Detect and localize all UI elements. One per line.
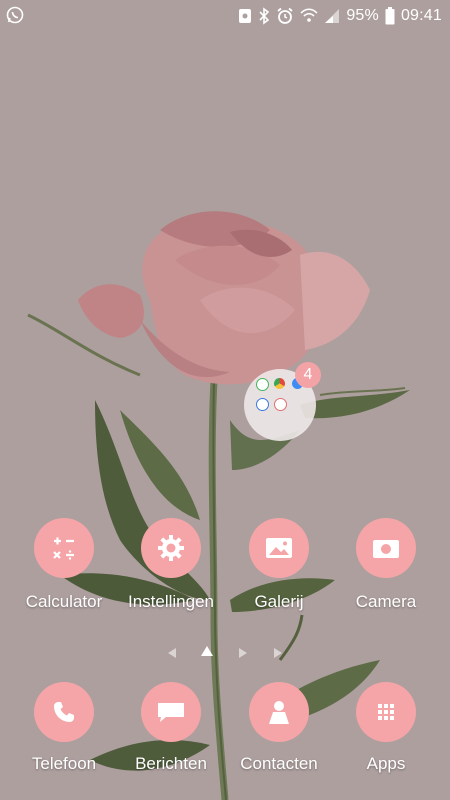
battery-icon — [385, 7, 395, 25]
app-calculator[interactable]: Calculator — [9, 518, 119, 612]
chrome-icon — [274, 378, 285, 389]
home-page-indicator[interactable] — [201, 646, 213, 656]
camera-icon — [356, 518, 416, 578]
app-label: Galerij — [254, 592, 304, 611]
messages-icon — [141, 682, 201, 742]
app-label: Contacten — [240, 754, 318, 773]
page-dot-3[interactable] — [239, 648, 247, 658]
safari-icon — [256, 398, 269, 411]
whatsapp-notification-icon — [6, 6, 24, 29]
wallpaper-rose — [27, 211, 410, 800]
contacts-icon — [249, 682, 309, 742]
app-contacts[interactable]: Contacten — [224, 682, 334, 774]
app-label: Camera — [355, 592, 417, 611]
bluetooth-icon — [258, 7, 270, 25]
app-settings[interactable]: Instellingen — [116, 518, 226, 612]
apps-grid-icon — [356, 682, 416, 742]
app-label: Apps — [366, 754, 406, 773]
app-label: Calculator — [25, 592, 103, 611]
app-phone[interactable]: Telefoon — [9, 682, 119, 774]
folder-badge: 4 — [295, 362, 321, 388]
app-icon — [274, 398, 287, 411]
app-gallery[interactable]: Galerij — [224, 518, 334, 612]
settings-gear-icon — [141, 518, 201, 578]
app-drawer[interactable]: Apps — [331, 682, 441, 774]
page-dot-1[interactable] — [168, 648, 176, 658]
status-bar: 95% 09:41 — [0, 0, 450, 32]
app-messages[interactable]: Berichten — [116, 682, 226, 774]
alarm-icon — [276, 7, 294, 25]
page-indicator[interactable] — [160, 645, 290, 661]
whatsapp-icon — [256, 378, 269, 391]
gallery-icon — [249, 518, 309, 578]
photo-icon — [238, 8, 252, 24]
app-camera[interactable]: Camera — [331, 518, 441, 612]
calculator-icon — [34, 518, 94, 578]
battery-percent: 95% — [346, 7, 379, 24]
app-label: Berichten — [135, 754, 207, 773]
page-dot-4[interactable] — [274, 648, 282, 658]
signal-icon — [324, 8, 340, 24]
app-label: Instellingen — [127, 592, 214, 611]
wifi-icon — [300, 8, 318, 24]
app-label: Telefoon — [31, 754, 97, 773]
clock-time: 09:41 — [400, 7, 442, 24]
phone-icon — [34, 682, 94, 742]
